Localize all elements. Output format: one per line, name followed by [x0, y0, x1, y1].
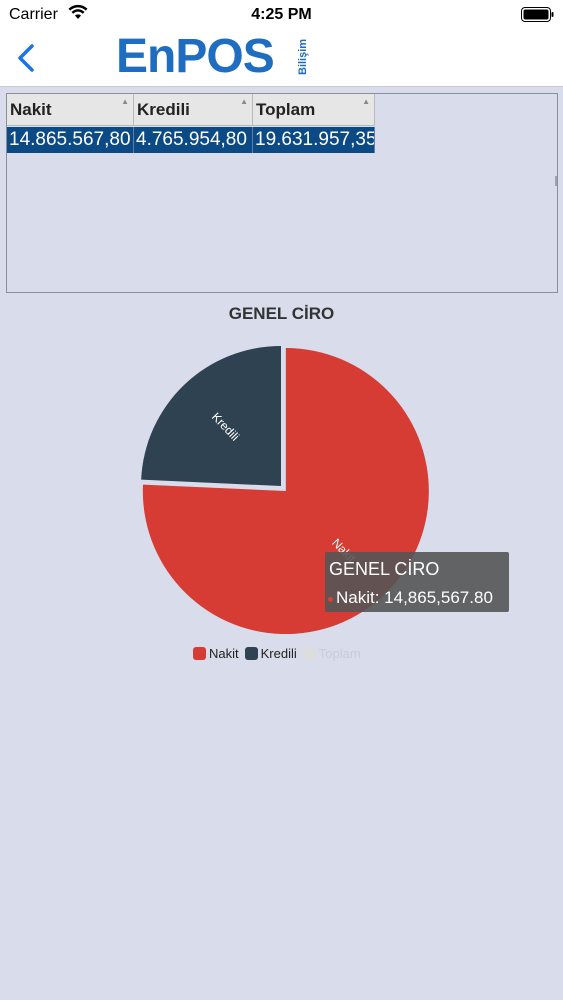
legend-swatch [302, 646, 316, 660]
table-row[interactable]: 14.865.567,80 4.765.954,80 19.631.957,35 [7, 127, 375, 153]
column-header-label: Kredili [137, 100, 190, 119]
grid-scrollbar[interactable] [555, 176, 557, 186]
cell-toplam: 19.631.957,35 [253, 127, 375, 153]
cell-kredili: 4.765.954,80 [134, 127, 253, 153]
column-header-label: Nakit [10, 100, 52, 119]
legend-label: Nakit [209, 645, 239, 661]
nav-bar: EnPOS Bilişim [0, 30, 563, 87]
legend-label: Toplam [318, 645, 361, 661]
battery-icon [521, 7, 554, 22]
chart-title: GENEL CİRO [228, 304, 335, 323]
cell-nakit: 14.865.567,80 [7, 127, 134, 153]
tooltip-title: GENEL CİRO [329, 559, 440, 579]
clock: 4:25 PM [251, 6, 312, 23]
status-bar: Carrier 4:25 PM [0, 0, 563, 30]
pie-slice-kredili[interactable] [141, 346, 281, 486]
logo-brand: EnPOS [116, 30, 275, 83]
logo-subtitle: Bilişim [297, 38, 309, 76]
sort-icon: ▲ [240, 97, 248, 106]
legend-swatch [193, 646, 206, 660]
grid-header: Nakit ▲ Kredili ▲ Toplam ▲ [7, 94, 375, 126]
back-chevron-icon[interactable] [12, 40, 40, 76]
legend-swatch [244, 646, 258, 660]
revenue-grid: Nakit ▲ Kredili ▲ Toplam ▲ 14.865.567,80… [6, 93, 558, 293]
sort-icon: ▲ [362, 97, 370, 106]
legend-item-nakit[interactable]: Nakit [193, 646, 239, 661]
sort-icon: ▲ [121, 97, 129, 106]
legend-label: Kredili [260, 645, 297, 661]
legend-item-kredili[interactable]: Kredili [244, 645, 297, 661]
column-header-label: Toplam [256, 100, 316, 119]
column-header-nakit[interactable]: Nakit ▲ [7, 94, 134, 126]
chart-tooltip: GENEL CİRO Nakit: 14,865,567.80 [325, 552, 509, 612]
chart-legend: Nakit Kredili Toplam [193, 645, 367, 661]
column-header-kredili[interactable]: Kredili ▲ [134, 94, 253, 126]
tooltip-marker [328, 597, 333, 602]
legend-item-toplam[interactable]: Toplam [302, 645, 361, 661]
enpos-logo: EnPOS Bilişim [116, 32, 316, 82]
column-header-toplam[interactable]: Toplam ▲ [253, 94, 375, 126]
tooltip-value: Nakit: 14,865,567.80 [336, 588, 493, 607]
